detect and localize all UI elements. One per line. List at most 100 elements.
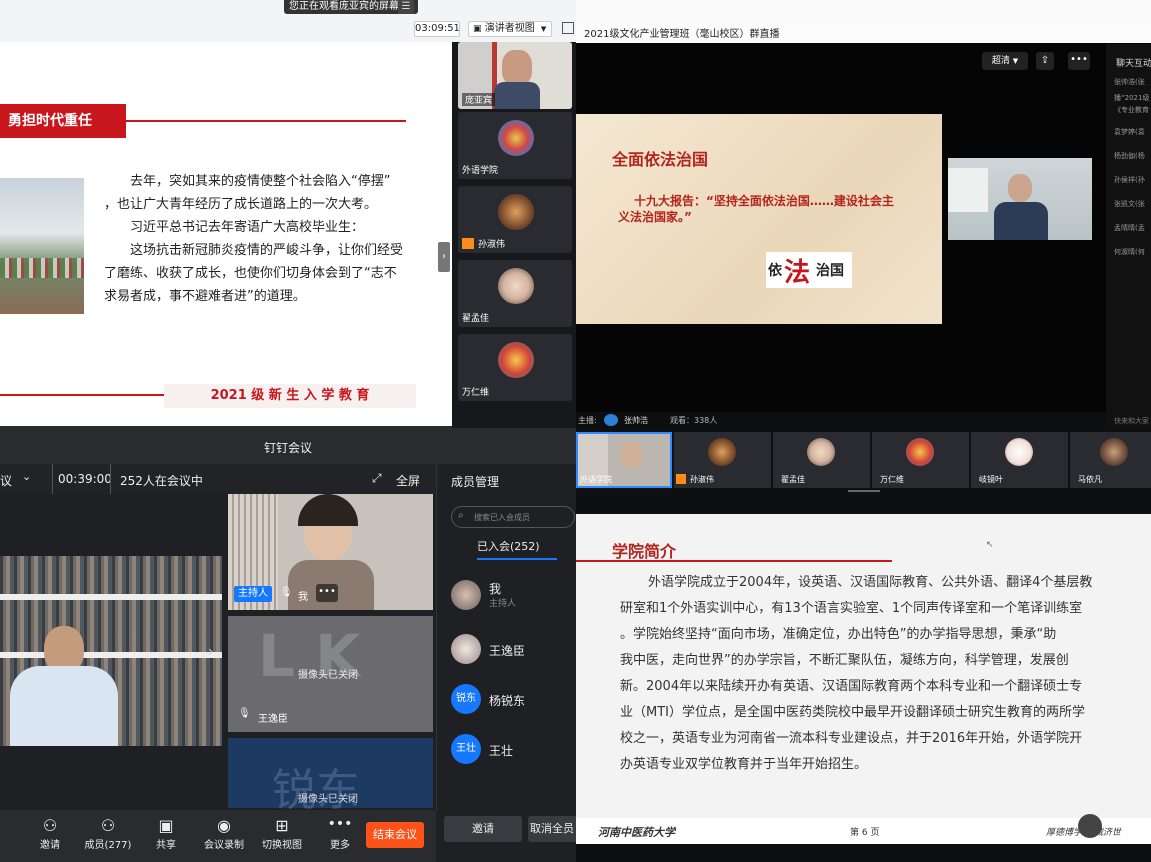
- chat-tab[interactable]: 聊天互动: [1116, 56, 1151, 69]
- thumb-name: 庞亚宾: [462, 93, 496, 106]
- search-input[interactable]: ⌕ 搜索已入会成员: [451, 506, 575, 528]
- avatar: [498, 120, 534, 156]
- college-line: 办英语专业双学位教育并于当年开始招生。: [620, 757, 868, 772]
- next-page-icon[interactable]: ›: [208, 644, 214, 660]
- thumb-name: 孙淑伟: [478, 240, 506, 250]
- slide-para2: ，也让广大青年经历了成长道路上的一次大考。: [104, 197, 378, 212]
- host-badge: 主持人: [234, 586, 272, 602]
- share-button[interactable]: ▣ 共享: [144, 816, 188, 858]
- live-stream-panel: 2021级文化产业管理班（毫山校区）群直播 超清 ▼ ⇪ ••• 全面依法治国 …: [576, 0, 1151, 428]
- quality-select[interactable]: 超清 ▼: [982, 52, 1028, 70]
- share-icon: ▣: [158, 816, 174, 835]
- live-slide-title: 全面依法治国: [612, 150, 709, 169]
- strip-tile[interactable]: 外语学院: [576, 432, 672, 488]
- avatar: [451, 634, 481, 664]
- heading-rule: [576, 560, 892, 562]
- video-feed: [502, 50, 532, 86]
- mic-off-icon: 🎙: [238, 708, 251, 719]
- chat-line: 播“2021级: [1114, 94, 1150, 102]
- live-title-bar: 2021级文化产业管理班（毫山校区）群直播: [576, 20, 1151, 43]
- fullscreen-button[interactable]: 全屏: [396, 472, 420, 489]
- meeting-toolbar: ⚇ 邀请 ⚇ 成员(277) ▣ 共享 ◉ 会议录制 ⊞ 切换视图 ••• 更多…: [0, 810, 436, 862]
- members-button[interactable]: ⚇ 成员(277): [82, 816, 134, 858]
- slide-para4: 这场抗击新冠肺炎疫情的严峻斗争，让你们经受: [130, 243, 404, 258]
- avatar: 王壮: [451, 734, 481, 764]
- thumb-name: 外语学院: [462, 166, 499, 176]
- meeting-app-title: 钉钉会议: [264, 441, 313, 455]
- thumb-name: 翟孟佳: [462, 314, 490, 324]
- college-line: 校之一，英语专业为河南省一流本科专业建设点，并于2016年开始，外语学院开: [620, 731, 1083, 746]
- avatar: 锐东: [451, 684, 481, 714]
- slide-photo: [0, 178, 84, 314]
- chat-input[interactable]: 快来和大家: [1114, 416, 1149, 426]
- participant-thumbnails: 庞亚宾 外语学院 孙淑伟 翟孟佳 万仁维: [452, 42, 576, 428]
- thumb-tile[interactable]: 孙淑伟: [458, 186, 572, 253]
- chat-line: 孙侯祥(孙: [1114, 176, 1145, 184]
- thumb-tile[interactable]: 万仁维: [458, 334, 572, 401]
- strip-tile[interactable]: 万仁维: [872, 432, 969, 488]
- college-line: 新。2004年以来陆续开办有英语、汉语国际教育两个本科专业和一个翻译硕士专: [620, 679, 1083, 694]
- switch-view-button[interactable]: ⊞ 切换视图: [256, 816, 308, 858]
- slide-para1: 去年，突如其来的疫情使整个社会陷入“停摆”: [130, 174, 391, 189]
- live-info-bar: 主播: 张帅浩 观看：338人: [576, 412, 1106, 428]
- avatar: [451, 580, 481, 610]
- live-slide-quote2: 义法治国家。”: [618, 210, 692, 224]
- cursor-icon: ↖: [986, 540, 994, 550]
- strip-scroll-indicator[interactable]: [848, 490, 880, 492]
- page-number: 第 6 页: [850, 828, 880, 838]
- slide-footer: 河南中医药大学 第 6 页 厚德博学 精诚济世: [576, 814, 1151, 844]
- collapse-handle[interactable]: ›: [438, 242, 450, 272]
- invite-button[interactable]: ⚇ 邀请: [26, 816, 74, 858]
- chat-line: 袁梦婷(袁: [1114, 128, 1145, 136]
- chat-line: 张凯文(张: [1114, 200, 1145, 208]
- member-row[interactable]: 我 主持人: [451, 578, 575, 614]
- member-row[interactable]: 王逸臣: [451, 632, 575, 668]
- video-tile-rd: 锐东 摄像头已关闭: [228, 738, 433, 816]
- invite-member-button[interactable]: 邀请: [444, 816, 522, 842]
- record-icon: ◉: [217, 816, 231, 835]
- thumb-tile[interactable]: 庞亚宾: [458, 42, 572, 109]
- more-icon: •••: [327, 816, 353, 832]
- presenter-view-panel: 您正在观看庞亚宾的屏幕 ☰ 03:09:51 ▣ 演讲者视图 ▼ 勇担时代重任 …: [0, 0, 576, 428]
- college-heading: 学院简介: [612, 542, 677, 561]
- fullscreen-icon[interactable]: [562, 22, 574, 34]
- avatar: [498, 194, 534, 230]
- fullscreen-icon[interactable]: ⤢: [372, 471, 382, 486]
- member-row[interactable]: 王壮 王壮: [451, 732, 575, 768]
- strip-tile[interactable]: 岐镜叶: [971, 432, 1068, 488]
- university-logo: 河南中医药大学: [598, 826, 675, 839]
- avatar: [807, 438, 835, 466]
- dingtalk-meeting-panel: 钉钉会议 议 ⌄ 00:39:00 252人在会议中 ⤢ 全屏 › 主持人 🎙 …: [0, 428, 576, 862]
- more-icon[interactable]: •••: [316, 584, 338, 602]
- slide-para3: 习近平总书记去年寄语广大高校毕业生：: [130, 220, 365, 235]
- member-row[interactable]: 锐东 杨锐东: [451, 682, 575, 718]
- strip-tile[interactable]: 马依凡: [1070, 432, 1151, 488]
- video-tile-me: 主持人 🎙 我 •••: [228, 494, 433, 610]
- slide-para6: 求易者成，事不避难者进”的道理。: [104, 289, 306, 304]
- thumb-tile[interactable]: 外语学院: [458, 112, 572, 179]
- college-slide: 学院简介 ↖ 外语学院成立于2004年，设英语、汉语国际教育、公共外语、翻译4个…: [576, 514, 1151, 844]
- search-icon: ⌕: [458, 510, 464, 521]
- view-mode-select[interactable]: ▣ 演讲者视图 ▼: [468, 21, 552, 37]
- avatar: [498, 268, 534, 304]
- timer: 03:09:51: [414, 21, 460, 37]
- tab-joined[interactable]: 已入会(252): [477, 538, 540, 554]
- more-icon[interactable]: •••: [1068, 52, 1090, 70]
- host-avatar: [604, 414, 618, 426]
- mic-off-icon: 🎙: [280, 587, 293, 598]
- more-button[interactable]: ••• 更多: [318, 816, 362, 858]
- cancel-all-button[interactable]: 取消全员: [528, 816, 576, 842]
- presenter-icon: ▣: [473, 24, 482, 34]
- members-actions: 邀请 取消全员: [436, 810, 576, 862]
- thumb-tile[interactable]: 翟孟佳: [458, 260, 572, 327]
- strip-tile[interactable]: 孙淑伟: [674, 432, 771, 488]
- menu-icon[interactable]: ☰: [398, 0, 414, 14]
- share-icon[interactable]: ⇪: [1036, 52, 1054, 70]
- strip-tile[interactable]: 翟孟佳: [773, 432, 870, 488]
- college-line: 研室和1个外语实训中心，有13个语言实验室、1个同声传译室和一个笔译训练室: [620, 601, 1083, 616]
- main-speaker-video: [0, 556, 222, 746]
- end-meeting-button[interactable]: 结束会议: [366, 822, 424, 848]
- thumb-name: 万仁维: [462, 388, 490, 398]
- chevron-down-icon[interactable]: ⌄: [22, 470, 31, 483]
- record-button[interactable]: ◉ 会议录制: [198, 816, 250, 858]
